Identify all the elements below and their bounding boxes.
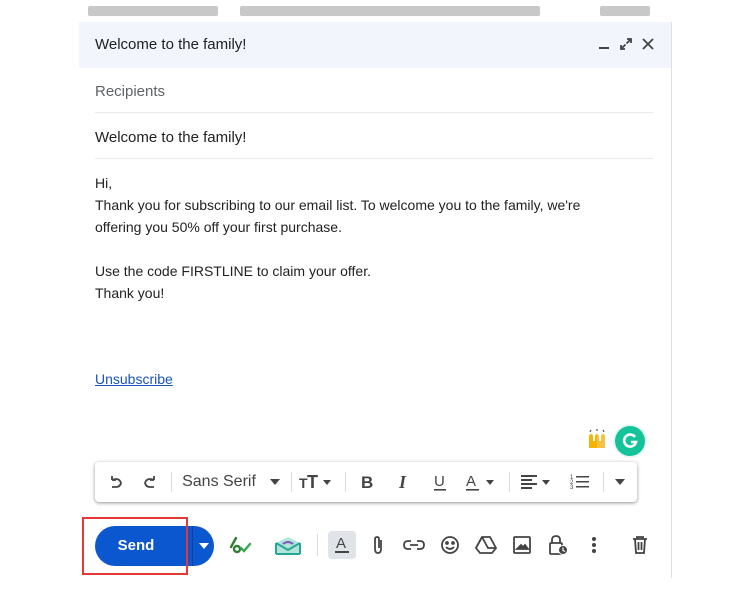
body-line: offering you 50% off your first purchase… (95, 219, 342, 235)
recipients-field[interactable]: Recipients (95, 68, 653, 113)
attach-icon[interactable] (365, 532, 391, 558)
body-line: Use the code FIRSTLINE to claim your off… (95, 263, 371, 279)
svg-text:U: U (434, 473, 445, 490)
font-family-select[interactable]: Sans Serif (177, 462, 285, 502)
subject-text: Welcome to the family! (95, 129, 247, 146)
send-options-chevron-icon[interactable] (193, 526, 214, 566)
schedule-send-check-icon[interactable] (227, 532, 253, 558)
background-inbox-peek (0, 0, 750, 22)
close-icon[interactable] (637, 33, 659, 55)
compose-window: Welcome to the family! Recipients Welcom… (79, 22, 672, 578)
bold-icon[interactable]: B (353, 462, 383, 502)
grammarly-icon[interactable] (613, 424, 647, 458)
mailmeteor-icon[interactable] (273, 532, 303, 558)
send-button-group: Send (95, 526, 214, 566)
drive-icon[interactable] (473, 532, 499, 558)
toolbar-divider (317, 534, 318, 556)
svg-text:B: B (361, 473, 373, 491)
toolbar-divider (291, 472, 292, 492)
numbered-list-icon[interactable]: 123 (563, 462, 597, 502)
expand-icon[interactable] (615, 33, 637, 55)
unsubscribe-link[interactable]: Unsubscribe (95, 371, 173, 387)
toolbar-divider (509, 472, 510, 492)
formatting-options-icon[interactable]: A (328, 531, 356, 559)
confidential-mode-icon[interactable] (545, 532, 571, 558)
discard-icon[interactable] (627, 532, 653, 558)
more-formatting-icon[interactable] (607, 462, 633, 502)
font-family-label: Sans Serif (182, 473, 256, 490)
toolbar-divider (171, 472, 172, 492)
peek-text-block (88, 6, 218, 16)
svg-text:A: A (466, 473, 476, 490)
send-button[interactable]: Send (95, 526, 177, 566)
font-size-icon[interactable]: T T (295, 462, 339, 502)
align-icon[interactable] (515, 462, 559, 502)
emoji-icon[interactable] (437, 532, 463, 558)
svg-text:A: A (336, 535, 346, 552)
svg-text:3: 3 (570, 485, 574, 491)
text-color-icon[interactable]: A (459, 462, 503, 502)
compose-bottom-bar: Send A (79, 517, 671, 578)
peek-text-block (240, 6, 540, 16)
undo-icon[interactable] (101, 462, 131, 502)
toolbar-divider (345, 472, 346, 492)
compose-title: Welcome to the family! (95, 36, 247, 53)
message-body[interactable]: Hi, Thank you for subscribing to our ema… (95, 172, 655, 304)
peek-text-block (600, 6, 650, 16)
svg-text:I: I (398, 473, 407, 491)
svg-text:T: T (307, 473, 318, 491)
chevron-down-icon (269, 479, 280, 485)
celebrate-hands-icon[interactable] (585, 428, 609, 457)
compose-header: Welcome to the family! (79, 22, 671, 68)
subject-field[interactable]: Welcome to the family! (95, 114, 653, 159)
minimize-icon[interactable] (593, 33, 615, 55)
formatting-toolbar: Sans Serif T T B I U A 123 (95, 462, 637, 502)
italic-icon[interactable]: I (389, 462, 419, 502)
toolbar-divider (603, 472, 604, 492)
body-line: Thank you for subscribing to our email l… (95, 197, 581, 213)
body-line: Hi, (95, 175, 113, 191)
link-icon[interactable] (401, 532, 427, 558)
photo-icon[interactable] (509, 532, 535, 558)
underline-icon[interactable]: U (425, 462, 455, 502)
recipients-placeholder: Recipients (95, 83, 166, 100)
extension-icons (579, 422, 659, 458)
body-line (95, 238, 655, 260)
body-line: Thank you! (95, 285, 165, 301)
more-options-icon[interactable] (581, 532, 607, 558)
redo-icon[interactable] (135, 462, 165, 502)
